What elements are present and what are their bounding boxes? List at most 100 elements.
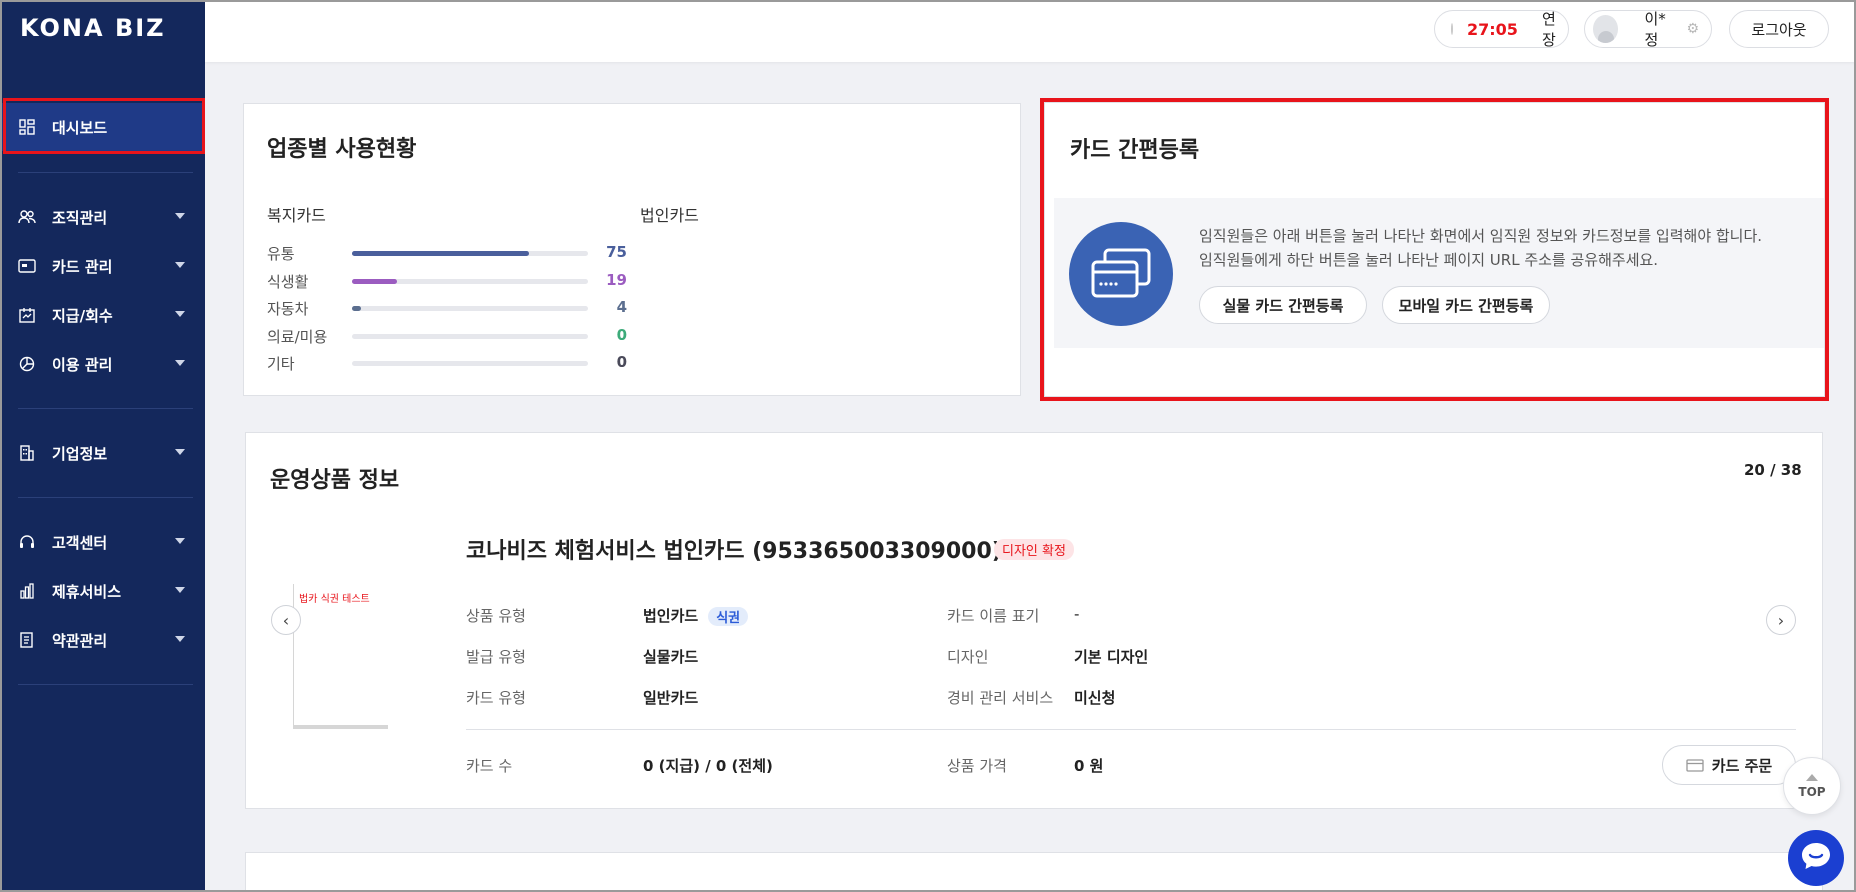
card-icon [18, 257, 36, 275]
usage-row-label: 식생활 [267, 272, 309, 291]
design-value: 기본 디자인 [1074, 648, 1149, 666]
name-display-label: 카드 이름 표기 [947, 607, 1040, 625]
card-thumbnail-base [293, 725, 388, 729]
expense-service-label: 경비 관리 서비스 [947, 689, 1054, 707]
product-type-text: 법인카드 [643, 607, 699, 625]
usage-row: 기타 0 [267, 353, 627, 373]
top-label: TOP [1798, 784, 1826, 799]
chat-button[interactable] [1788, 830, 1844, 886]
usage-row: 유통 75 [267, 243, 627, 263]
welfare-card-label: 복지카드 [267, 206, 326, 225]
card-count-value: 0 (지급) / 0 (전체) [643, 757, 773, 775]
credit-card-icon [1069, 222, 1173, 326]
issue-type-label: 발급 유형 [466, 648, 526, 666]
logout-button[interactable]: 로그아웃 [1729, 10, 1829, 48]
scroll-top-button[interactable]: TOP [1783, 757, 1841, 815]
sidebar-item-organization[interactable]: 조직관리 [0, 193, 205, 241]
sidebar-item-card-management[interactable]: 카드 관리 [0, 242, 205, 290]
usage-bar-track [352, 306, 588, 311]
user-menu[interactable]: 이*정 ⚙ [1584, 10, 1712, 49]
usage-title: 업종별 사용현황 [267, 137, 417, 162]
building-icon [18, 444, 36, 462]
card-order-label: 카드 주문 [1711, 756, 1773, 775]
card-count-label: 카드 수 [466, 757, 513, 775]
physical-card-register-button[interactable]: 실물 카드 간편등록 [1199, 286, 1367, 324]
issue-type-value: 실물카드 [643, 648, 699, 666]
extend-button[interactable]: 연장 [1542, 8, 1556, 50]
usage-bar [352, 251, 529, 256]
price-value: 0 원 [1074, 757, 1104, 775]
session-timer: 27:05 연장 [1434, 8, 1569, 50]
prev-arrow-button[interactable]: ‹ [271, 605, 301, 635]
sidebar-item-label: 카드 관리 [52, 257, 113, 276]
corporate-card-label: 법인카드 [640, 206, 699, 225]
sidebar-item-label: 기업정보 [52, 444, 108, 463]
usage-row-value: 0 [616, 325, 627, 344]
usage-row-label: 기타 [267, 355, 295, 373]
sidebar-item-label: 지급/회수 [52, 306, 113, 325]
usage-row-label: 의료/미용 [267, 327, 328, 346]
sidebar-item-customer-center[interactable]: 고객센터 [0, 518, 205, 566]
usage-row-value: 4 [616, 298, 627, 316]
sidebar-item-label: 제휴서비스 [52, 582, 122, 601]
top-header: 27:05 연장 이*정 ⚙ 로그아웃 [205, 0, 1856, 62]
usage-bar [352, 278, 397, 284]
clock-icon [1451, 23, 1453, 35]
mobile-card-register-button[interactable]: 모바일 카드 간편등록 [1382, 286, 1550, 324]
chevron-down-icon [175, 311, 185, 317]
chat-icon [1799, 841, 1833, 875]
product-name: 코나비즈 체험서비스 법인카드 (953365003309000) [466, 539, 1002, 564]
sidebar: KONA BIZ 대시보드 조직관리 카드 관리 지급/회수 이용 관리 기업정… [0, 0, 205, 892]
usage-bar-track [352, 361, 588, 366]
app-logo[interactable]: KONA BIZ [20, 14, 166, 42]
card-type-label: 카드 유형 [466, 689, 526, 707]
timer-value: 27:05 [1467, 19, 1518, 39]
thumbnail-caption: 법카 식권 테스트 [299, 594, 370, 605]
usage-row: 자동차 4 [267, 298, 627, 318]
divider [18, 497, 193, 498]
sidebar-item-label: 조직관리 [52, 208, 108, 227]
chevron-down-icon [175, 213, 185, 219]
product-type-value: 법인카드 식권 [643, 605, 749, 626]
sidebar-item-company-info[interactable]: 기업정보 [0, 429, 205, 477]
card-order-button[interactable]: 카드 주문 [1662, 745, 1796, 785]
next-arrow-button[interactable]: › [1766, 605, 1796, 635]
sidebar-item-terms[interactable]: 약관관리 [0, 616, 205, 664]
card-thumbnail [293, 584, 294, 729]
expense-service-value: 미신청 [1074, 689, 1116, 707]
chevron-down-icon [175, 636, 185, 642]
product-title: 운영상품 정보 [270, 468, 400, 493]
arrow-up-icon [1806, 773, 1818, 781]
design-label: 디자인 [947, 648, 989, 666]
divider [18, 172, 193, 173]
next-section-card [245, 852, 1823, 892]
product-type-label: 상품 유형 [466, 607, 526, 625]
headset-icon [18, 533, 36, 551]
chevron-down-icon [175, 360, 185, 366]
card-icon [1686, 758, 1704, 772]
usage-row: 식생활 19 [267, 271, 627, 291]
sidebar-item-label: 고객센터 [52, 533, 108, 552]
document-icon [18, 631, 36, 649]
gear-icon[interactable]: ⚙ [1686, 21, 1699, 37]
card-type-value: 일반카드 [643, 689, 699, 707]
highlight-frame [3, 98, 205, 154]
sidebar-item-usage[interactable]: 이용 관리 [0, 340, 205, 388]
sidebar-item-payment[interactable]: 지급/회수 [0, 291, 205, 339]
divider [18, 684, 193, 685]
usage-row-label: 자동차 [267, 300, 309, 318]
divider [466, 729, 1796, 730]
sidebar-item-label: 이용 관리 [52, 355, 113, 374]
pie-chart-icon [18, 355, 36, 373]
registration-title: 카드 간편등록 [1070, 138, 1200, 163]
usage-bar-track [352, 278, 588, 284]
product-pager: 20 / 38 [1744, 461, 1802, 479]
usage-row-value: 19 [606, 270, 627, 289]
usage-bar-track [352, 333, 588, 339]
sidebar-item-partnership[interactable]: 제휴서비스 [0, 567, 205, 615]
usage-bar [352, 306, 362, 311]
chevron-down-icon [175, 587, 185, 593]
chevron-down-icon [175, 262, 185, 268]
meal-voucher-badge: 식권 [708, 607, 749, 626]
usage-bar-track [352, 251, 588, 256]
